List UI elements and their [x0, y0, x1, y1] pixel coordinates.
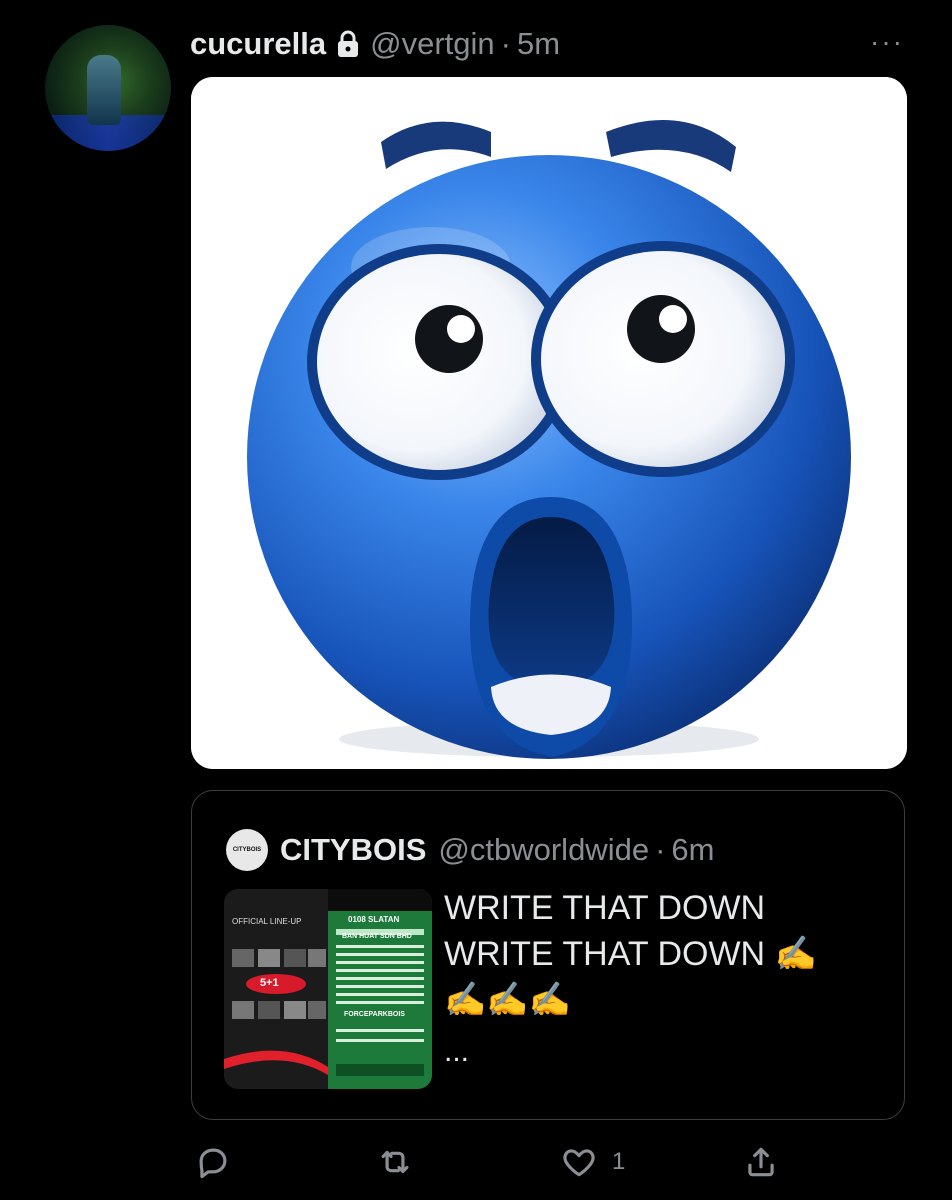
like-icon — [563, 1149, 595, 1177]
avatar-figure — [87, 55, 121, 125]
retweet-icon — [381, 1150, 409, 1174]
quoted-separator-dot: · — [655, 832, 666, 867]
quoted-thumbnail[interactable]: OFFICIAL LINE-UP 5+1 0108 SLATAN BAN HUA… — [224, 889, 432, 1089]
tweet-header: cucurella @vertgin · 5m — [190, 24, 560, 64]
quoted-avatar[interactable]: CITYBOIS — [226, 829, 268, 871]
quoted-display-name[interactable]: CITYBOIS — [280, 832, 426, 868]
quoted-text-line-2: WRITE THAT DOWN ✍️ — [444, 935, 817, 973]
more-icon[interactable]: ··· — [870, 26, 904, 58]
reply-icon — [199, 1148, 227, 1179]
like-count: 1 — [612, 1148, 626, 1175]
display-name[interactable]: cucurella — [190, 26, 326, 62]
user-handle[interactable]: @vertgin — [370, 26, 495, 62]
quoted-header: CITYBOIS CITYBOIS @ctbworldwide · 6m — [226, 829, 714, 871]
quoted-tweet[interactable]: CITYBOIS CITYBOIS @ctbworldwide · 6m OFF… — [191, 790, 905, 1120]
thumb-right-act: FORCEPARKBOIS — [344, 1011, 405, 1018]
share-button[interactable] — [742, 1140, 780, 1184]
like-button[interactable]: 1 — [560, 1140, 625, 1184]
quoted-text-line-3: ✍️✍️✍️ — [444, 981, 572, 1019]
separator-dot: · — [500, 26, 511, 61]
quoted-text-line-1: WRITE THAT DOWN — [444, 889, 766, 927]
thumb-right-subtitle: BAN HUAT SDN BHD — [342, 933, 412, 940]
quoted-time[interactable]: 6m — [671, 832, 714, 868]
tweet-time[interactable]: 5m — [517, 26, 560, 62]
retweet-button[interactable] — [376, 1140, 414, 1184]
tweet-actions: 1 — [190, 1140, 910, 1184]
lock-icon — [336, 30, 360, 58]
thumb-left-label: OFFICIAL LINE-UP — [232, 917, 302, 926]
quoted-avatar-text: CITYBOIS — [232, 847, 262, 853]
quoted-ellipsis: ... — [444, 1035, 470, 1068]
shocked-emoji-illustration — [191, 77, 907, 769]
thumb-badge: 5+1 — [260, 977, 279, 989]
tweet-media-image[interactable] — [191, 77, 907, 769]
thumb-right-title: 0108 SLATAN — [348, 915, 400, 924]
quoted-handle[interactable]: @ctbworldwide — [438, 832, 649, 868]
reply-button[interactable] — [194, 1140, 232, 1184]
quoted-text: WRITE THAT DOWN WRITE THAT DOWN ✍️ ✍️✍️✍… — [444, 885, 817, 1075]
avatar[interactable] — [45, 25, 171, 151]
share-icon — [748, 1147, 774, 1177]
